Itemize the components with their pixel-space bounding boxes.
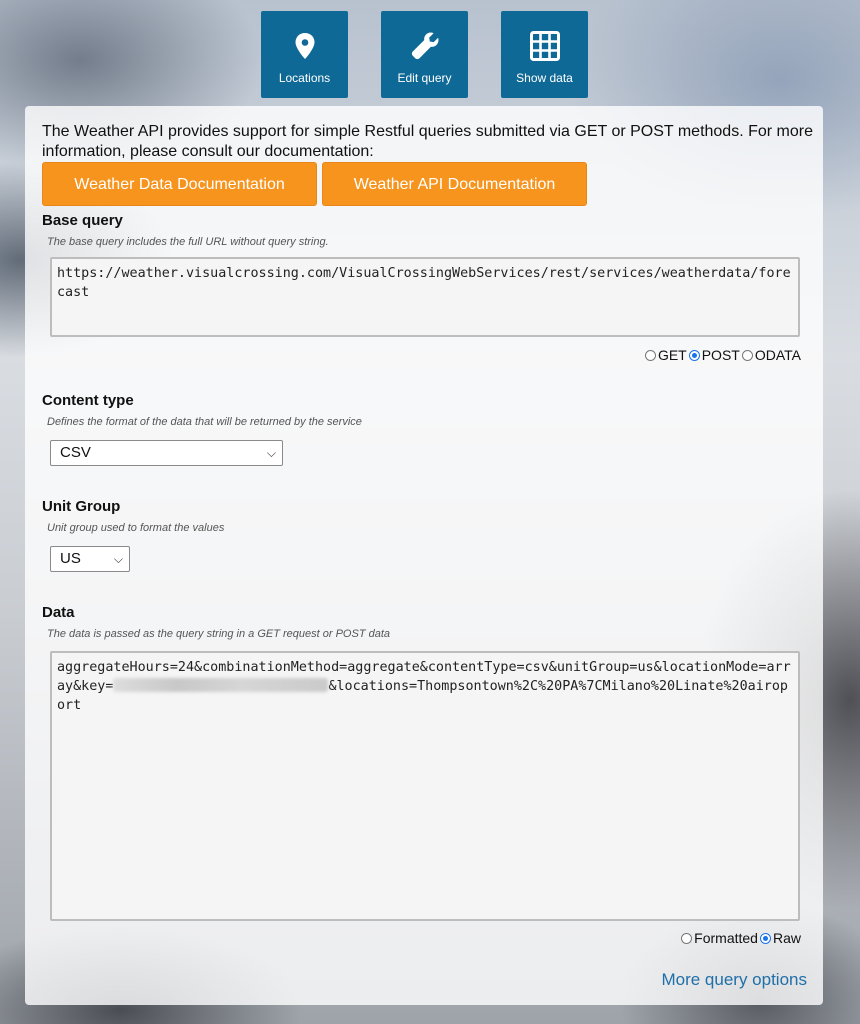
edit-query-button[interactable]: Edit query	[381, 11, 468, 98]
method-radio-group: GET POST ODATA	[643, 347, 801, 363]
base-query-title: Base query	[42, 212, 123, 229]
locations-button[interactable]: Locations	[261, 11, 348, 98]
radio-dot	[759, 932, 771, 944]
show-data-button[interactable]: Show data	[501, 11, 588, 98]
redacted-api-key	[113, 678, 329, 692]
format-formatted-radio[interactable]: Formatted	[681, 930, 758, 946]
method-odata-radio[interactable]: ODATA	[741, 347, 801, 363]
radio-label: POST	[701, 347, 740, 363]
map-pin-icon	[295, 33, 315, 59]
data-title: Data	[42, 604, 75, 621]
data-textarea[interactable]: aggregateHours=24&combinationMethod=aggr…	[50, 651, 800, 921]
radio-label: ODATA	[754, 347, 801, 363]
grid-icon	[530, 31, 560, 61]
edit-query-label: Edit query	[397, 71, 452, 85]
more-query-options-link[interactable]: More query options	[661, 970, 807, 990]
format-raw-radio[interactable]: Raw	[759, 930, 801, 946]
weather-api-documentation-button[interactable]: Weather API Documentation	[322, 162, 587, 206]
unit-group-title: Unit Group	[42, 498, 121, 515]
intro-text: The Weather API provides support for sim…	[42, 123, 813, 160]
format-radio-group: Formatted Raw	[679, 930, 801, 946]
radio-dot	[688, 349, 700, 361]
weather-data-documentation-button[interactable]: Weather Data Documentation	[42, 162, 317, 206]
radio-label: Formatted	[694, 930, 758, 946]
content-type-select[interactable]: CSV ⌵	[50, 440, 283, 466]
radio-dot	[741, 349, 753, 361]
radio-dot	[681, 932, 693, 944]
wrench-icon	[411, 32, 439, 60]
content-type-title: Content type	[42, 392, 134, 409]
top-nav: Locations Edit query Show data	[0, 11, 860, 99]
method-post-radio[interactable]: POST	[688, 347, 740, 363]
base-query-textarea[interactable]: https://weather.visualcrossing.com/Visua…	[50, 257, 800, 337]
data-description: The data is passed as the query string i…	[47, 628, 391, 640]
content-type-value: CSV	[60, 444, 91, 461]
radio-dot	[644, 349, 656, 361]
chevron-down-icon: ⌵	[266, 446, 276, 460]
radio-label: Raw	[772, 930, 801, 946]
method-get-radio[interactable]: GET	[644, 347, 687, 363]
unit-group-description: Unit group used to format the values	[47, 522, 225, 534]
locations-label: Locations	[278, 71, 331, 85]
unit-group-select[interactable]: US ⌵	[50, 546, 130, 572]
content-type-description: Defines the format of the data that will…	[47, 416, 362, 428]
query-editor-panel: The Weather API provides support for sim…	[25, 106, 823, 1005]
radio-label: GET	[657, 347, 687, 363]
unit-group-value: US	[60, 550, 81, 567]
show-data-label: Show data	[516, 71, 573, 85]
base-query-description: The base query includes the full URL wit…	[47, 236, 329, 248]
chevron-down-icon: ⌵	[113, 552, 123, 566]
